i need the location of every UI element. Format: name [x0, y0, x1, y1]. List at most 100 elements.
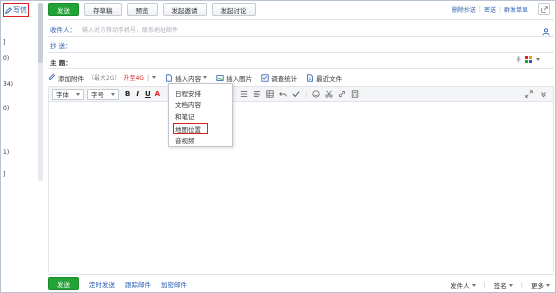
bcc-link[interactable]: 密送: [484, 5, 496, 14]
left-fragment: 34): [3, 81, 13, 88]
expand-icon[interactable]: [525, 90, 533, 98]
chevron-down-icon: [508, 283, 513, 287]
dropdown-item-schedule[interactable]: 日程安排: [175, 88, 201, 98]
double-chevron-down-icon: [540, 91, 546, 97]
separator: |: [520, 281, 523, 289]
start-discussion-button[interactable]: 发起讨论: [211, 3, 256, 16]
signature-label: 签名: [493, 282, 507, 290]
list-icon[interactable]: [240, 90, 248, 98]
recent-files-label: 最近文件: [316, 74, 343, 83]
left-fragment: 0): [3, 55, 10, 62]
left-fragment: ]: [3, 39, 6, 46]
chevron-down-icon: [76, 92, 80, 96]
divider: [48, 36, 554, 37]
priority-icon[interactable]: [525, 56, 532, 63]
divider: [48, 19, 554, 20]
separator: |: [478, 6, 481, 13]
font-size-select[interactable]: 字号: [87, 88, 119, 100]
file-icon: [307, 73, 313, 82]
upgrade-link[interactable]: 升至4G: [123, 73, 143, 82]
link-icon[interactable]: [338, 90, 346, 98]
paperclip-icon: [48, 73, 55, 80]
survey-label: 调查统计: [271, 74, 298, 83]
checkmark-icon[interactable]: [292, 90, 300, 98]
chevron-down-icon: [471, 283, 476, 287]
more-select[interactable]: 更多: [531, 280, 550, 290]
table-icon[interactable]: [266, 90, 274, 98]
separator: |: [146, 73, 150, 82]
write-mail-label: 写信: [13, 6, 27, 14]
font-color-button[interactable]: A: [155, 90, 160, 98]
bold-button[interactable]: B: [125, 90, 130, 98]
popout-button[interactable]: [538, 3, 550, 15]
bottom-toolbar: 发送 定时发送 跟踪邮件 加密邮件 发件人 | 签名 | 更多: [48, 274, 554, 292]
dropdown-item-document[interactable]: 文档内容: [175, 99, 201, 109]
scheduled-send-link[interactable]: 定时发送: [89, 279, 115, 289]
pencil-icon: [5, 6, 12, 14]
add-attachment-link[interactable]: 添加附件: [58, 73, 84, 83]
dropdown-item-notes[interactable]: 和笔记: [175, 111, 195, 121]
insert-image-button[interactable]: 插入图片: [216, 73, 252, 83]
start-meeting-button[interactable]: 发起邀请: [162, 3, 207, 16]
mass-send-link[interactable]: 群发单显: [504, 5, 528, 14]
left-fragment: 1): [3, 149, 10, 156]
format-tools-right: |: [235, 90, 359, 98]
emoji-icon[interactable]: [312, 90, 320, 98]
compose-toolbar: 发送 存草稿 预览 发起邀请 发起讨论 删除抄送 | 密送 | 群发单显: [48, 2, 554, 17]
send-button[interactable]: 发送: [48, 3, 79, 16]
encrypted-mail-link[interactable]: 加密邮件: [161, 279, 187, 289]
popout-icon: [540, 5, 548, 13]
italic-button[interactable]: I: [136, 90, 139, 98]
scrollbar-thumb[interactable]: [38, 3, 43, 63]
scissors-icon[interactable]: [325, 90, 333, 98]
chevron-down-icon[interactable]: [152, 76, 157, 79]
save-draft-button[interactable]: 存草稿: [84, 3, 122, 16]
sender-label: 发件人: [450, 282, 470, 290]
font-select-label: 字体: [56, 91, 69, 99]
recent-files-button[interactable]: 最近文件: [306, 73, 342, 83]
insert-content-button[interactable]: 插入内容: [165, 73, 208, 83]
signature-select[interactable]: 签名: [494, 280, 513, 290]
chevron-down-icon[interactable]: [536, 58, 540, 61]
undo-icon[interactable]: [279, 90, 287, 98]
more-format-button[interactable]: [537, 88, 549, 100]
insert-image-label: 插入图片: [226, 74, 253, 83]
chevron-down-icon: [203, 76, 208, 79]
separator: |: [498, 6, 501, 13]
dropdown-item-audio-video[interactable]: 音视频: [175, 135, 195, 145]
font-size-label: 字号: [91, 91, 104, 99]
font-select[interactable]: 字体: [52, 88, 84, 100]
recipient-label: 收件人：: [50, 26, 76, 34]
image-icon: [216, 74, 224, 81]
insert-content-label: 插入内容: [175, 74, 202, 83]
preview-button[interactable]: 预览: [126, 3, 158, 16]
left-nav: 写信 ] 0) 34) 0) 1) ]: [1, 1, 39, 292]
divider: [48, 68, 554, 69]
align-icon[interactable]: [253, 90, 261, 98]
track-mail-link[interactable]: 跟踪邮件: [125, 279, 151, 289]
write-mail-button[interactable]: 写信: [3, 3, 29, 17]
mail-body-editor[interactable]: [48, 102, 554, 272]
delete-cc-link[interactable]: 删除抄送: [452, 5, 476, 14]
survey-button[interactable]: 调查统计: [261, 73, 297, 83]
microphone-icon[interactable]: [516, 56, 521, 63]
separator: |: [305, 90, 308, 98]
left-fragment: ]: [3, 171, 6, 178]
calculator-icon[interactable]: [351, 90, 359, 98]
cc-label: 抄 送：: [50, 42, 72, 50]
highlight-box: [173, 123, 208, 134]
underline-button[interactable]: U: [145, 90, 151, 98]
subject-tools: [516, 56, 540, 63]
sender-select[interactable]: 发件人: [450, 280, 476, 290]
toolbar-links: 删除抄送 | 密送 | 群发单显: [452, 5, 528, 14]
size-note: （最大2G）: [88, 75, 121, 82]
contacts-icon[interactable]: [542, 28, 550, 36]
recipient-input[interactable]: 输入对方移动手机号，联系地址邮件: [82, 25, 178, 34]
send-button-bottom[interactable]: 发送: [48, 277, 79, 290]
chevron-down-icon: [546, 283, 550, 287]
attachment-row: 添加附件 （最大2G） 升至4G | 插入内容 插入图片 调查统计 最近文件: [48, 72, 554, 83]
format-toolbar: 字体 字号 B I U A |: [48, 86, 554, 102]
document-icon: [166, 73, 172, 82]
insert-content-dropdown: 日程安排 文档内容 和笔记 地图位置 音视频: [168, 83, 233, 147]
bottom-right-tools: 发件人 | 签名 | 更多: [450, 280, 550, 290]
